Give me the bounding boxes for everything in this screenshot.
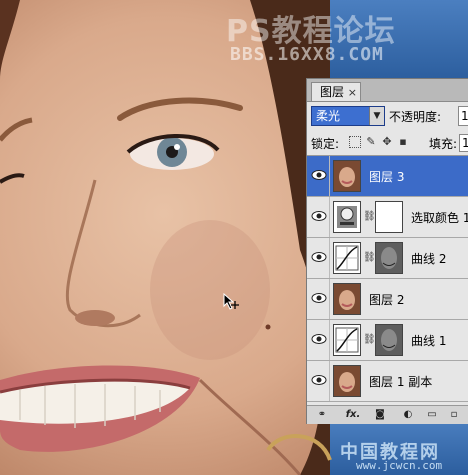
eye-icon[interactable]	[311, 251, 327, 263]
divider	[329, 320, 330, 360]
fill-input[interactable]: 10	[459, 134, 468, 152]
add-mask-icon[interactable]: ◙	[373, 408, 387, 422]
layer-row[interactable]: 图层 2	[307, 279, 468, 320]
tab-layers-label: 图层	[320, 85, 345, 99]
close-icon[interactable]: ×	[348, 83, 357, 102]
layers-panel: 图层 × 柔光 ▼ 不透明度: 10 锁定: ✎ ✥ ▪ 填充: 10 图层 3	[306, 78, 468, 424]
link-icon[interactable]: ⛓	[363, 252, 376, 263]
opacity-label: 不透明度:	[389, 110, 442, 124]
lock-fill-row: 锁定: ✎ ✥ ▪ 填充: 10	[307, 131, 468, 156]
layers-list: 图层 3 ⛓ 选取颜色 1 ⛓ 曲线 2 图层 2 ⛓ 曲线 1 图层 1 副本	[307, 156, 468, 402]
divider	[329, 238, 330, 278]
layer-thumbnail	[333, 160, 361, 192]
panel-footer: ⚭ fx. ◙ ◐ ▭ ▫	[307, 405, 468, 424]
layer-thumbnail	[333, 365, 361, 397]
eye-icon[interactable]	[311, 292, 327, 304]
layer-name: 曲线 2	[411, 252, 447, 266]
watermark-bottom-url: www.jcwcn.com	[356, 459, 443, 472]
tab-layers[interactable]: 图层 ×	[311, 82, 361, 101]
fill-label: 填充:	[429, 137, 458, 151]
new-layer-icon[interactable]: ▫	[447, 408, 461, 422]
layer-name: 图层 2	[369, 293, 405, 307]
layer-row[interactable]: ⛓ 曲线 1	[307, 320, 468, 361]
blend-opacity-row: 柔光 ▼ 不透明度: 10	[307, 103, 468, 129]
layer-name: 曲线 1	[411, 334, 447, 348]
lock-label: 锁定:	[311, 137, 340, 151]
new-group-icon[interactable]: ▭	[425, 408, 439, 422]
selective-color-adjust-icon	[333, 201, 361, 233]
move-cursor-icon	[223, 293, 239, 310]
eye-icon[interactable]	[311, 374, 327, 386]
layer-mask-thumbnail	[375, 242, 403, 274]
blend-mode-value: 柔光	[316, 109, 341, 123]
eye-icon[interactable]	[311, 333, 327, 345]
eye-icon[interactable]	[311, 169, 327, 181]
adjustment-layer-icon[interactable]: ◐	[401, 408, 415, 422]
lock-transparent-icon[interactable]	[349, 136, 361, 148]
layer-mask-thumbnail	[375, 201, 403, 233]
layer-mask-thumbnail	[375, 324, 403, 356]
layer-row[interactable]: ⛓ 选取颜色 1	[307, 197, 468, 238]
lock-brush-icon[interactable]: ✎	[365, 136, 377, 148]
link-icon[interactable]: ⛓	[363, 334, 376, 345]
layer-row[interactable]: 图层 1 副本	[307, 361, 468, 402]
divider	[329, 279, 330, 319]
curves-adjust-icon	[333, 242, 361, 274]
layer-row[interactable]: 图层 3	[307, 156, 468, 197]
lock-all-icon[interactable]: ▪	[397, 136, 409, 148]
chevron-down-icon[interactable]: ▼	[369, 107, 384, 125]
divider	[329, 156, 330, 196]
link-icon[interactable]: ⛓	[363, 211, 376, 222]
opacity-input[interactable]: 10	[458, 106, 468, 126]
layer-thumbnail	[333, 283, 361, 315]
lock-move-icon[interactable]: ✥	[381, 136, 393, 148]
fx-button[interactable]: fx.	[343, 408, 363, 422]
panel-tab-bar: 图层 ×	[307, 79, 468, 102]
blend-mode-select[interactable]: 柔光 ▼	[311, 106, 385, 126]
divider	[329, 361, 330, 401]
layer-name: 选取颜色 1	[411, 211, 468, 225]
eye-icon[interactable]	[311, 210, 327, 222]
curves-adjust-icon	[333, 324, 361, 356]
layer-name: 图层 3	[369, 170, 405, 184]
divider	[329, 197, 330, 237]
layer-name: 图层 1 副本	[369, 375, 433, 389]
link-layers-icon[interactable]: ⚭	[315, 408, 329, 422]
layer-row[interactable]: ⛓ 曲线 2	[307, 238, 468, 279]
watermark-url: BBS.16XX8.COM	[230, 44, 384, 65]
